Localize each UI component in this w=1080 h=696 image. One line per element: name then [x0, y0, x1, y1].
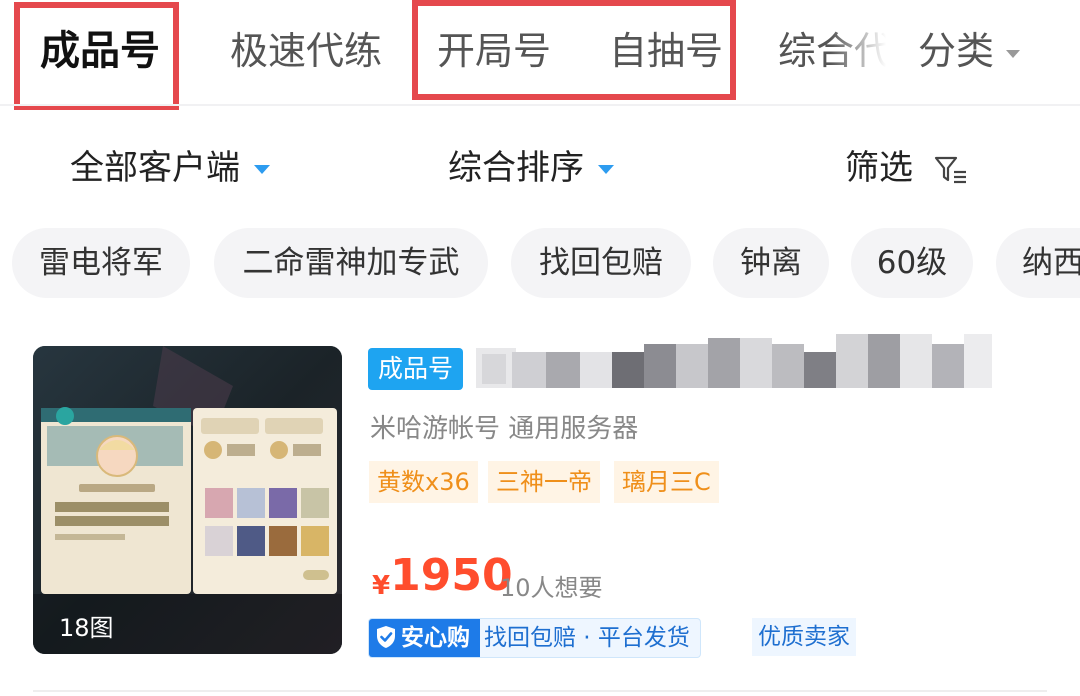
- client-filter-dropdown[interactable]: 全部客户端: [70, 140, 270, 196]
- feature-tag: 黄数x36: [369, 461, 478, 503]
- category-dropdown[interactable]: 分类: [918, 22, 1021, 80]
- highlight-box-finished: [14, 2, 179, 110]
- image-count-label: 18图: [59, 614, 114, 642]
- category-label: 分类: [918, 29, 995, 73]
- price: ¥1950: [372, 550, 513, 601]
- shield-check-icon: [377, 626, 395, 648]
- tab-overflow-fade: [830, 0, 910, 104]
- caret-down-icon: [254, 165, 270, 174]
- chip-zhongli[interactable]: 钟离: [713, 228, 829, 298]
- trust-detail: 找回包赔 · 平台发货: [484, 625, 690, 651]
- wants-count: 10人想要: [500, 574, 603, 602]
- chevron-down-icon: [1006, 49, 1021, 58]
- caret-down-icon: [598, 165, 614, 174]
- tab-speed-leveling[interactable]: 极速代练: [230, 22, 382, 80]
- quality-seller-badge: 优质卖家: [752, 618, 856, 656]
- chip-recovery-guarantee[interactable]: 找回包赔: [511, 228, 691, 298]
- client-filter-label: 全部客户端: [70, 148, 240, 188]
- sort-dropdown[interactable]: 综合排序: [448, 140, 614, 196]
- filter-button[interactable]: 筛选: [845, 140, 968, 196]
- server-info: 米哈游帐号 通用服务器: [370, 414, 639, 444]
- funnel-icon: [934, 156, 966, 183]
- feature-tag: 璃月三C: [614, 461, 719, 503]
- safe-buy-badge: 安心购: [369, 619, 480, 657]
- chip-raiden[interactable]: 雷电将军: [12, 228, 190, 298]
- blurred-title-mask: [476, 334, 992, 388]
- divider: [33, 690, 1047, 692]
- currency-symbol: ¥: [372, 571, 391, 601]
- divider: [0, 104, 1080, 106]
- chip-nahida[interactable]: 纳西: [996, 228, 1080, 298]
- filter-label: 筛选: [845, 148, 913, 188]
- chip-c2-raiden-weapon[interactable]: 二命雷神加专武: [214, 228, 488, 298]
- price-value: 1950: [390, 550, 513, 601]
- sort-label: 综合排序: [448, 148, 584, 188]
- account-type-tag: 成品号: [368, 348, 464, 390]
- trust-badge[interactable]: 安心购 找回包赔 · 平台发货: [368, 618, 701, 658]
- highlight-box-starter-selfpull: [412, 0, 736, 100]
- product-thumbnail[interactable]: 18图: [33, 346, 342, 654]
- safe-buy-label: 安心购: [401, 625, 470, 651]
- feature-tag: 三神一帝: [488, 461, 600, 503]
- chip-level-60[interactable]: 60级: [851, 228, 973, 298]
- top-tab-bar: 成品号 极速代练 开局号 自抽号 综合代 分类: [0, 0, 1080, 110]
